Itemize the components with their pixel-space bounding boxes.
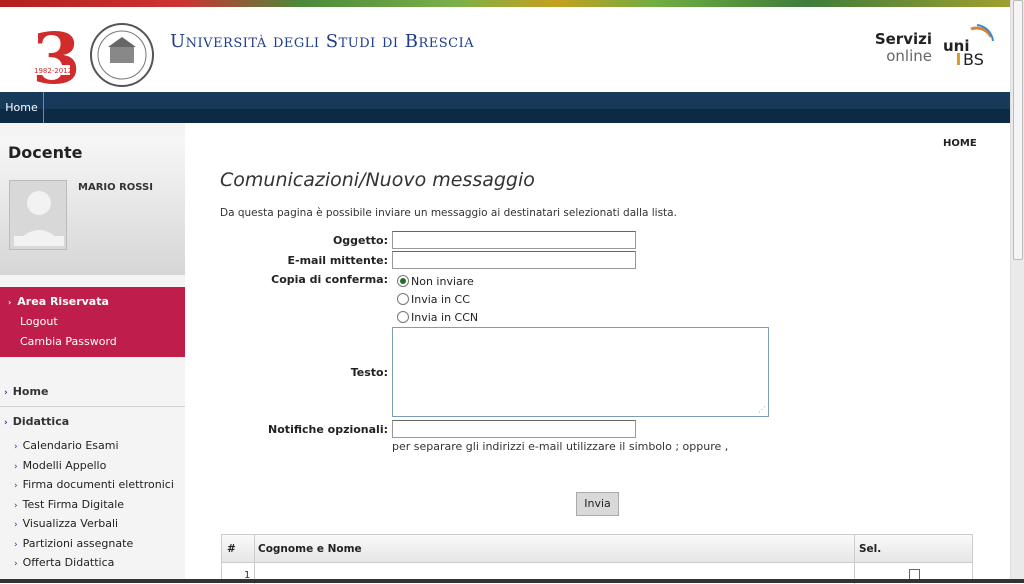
page-title: Comunicazioni/Nuovo messaggio [220, 169, 535, 191]
sidebar-item-calendario-esami[interactable]: › Calendario Esami [14, 439, 119, 452]
chevron-right-icon: › [4, 418, 8, 428]
resize-grip-icon[interactable]: ⋰ [758, 405, 766, 414]
logo-years: 1982-2012 [34, 67, 72, 75]
chevron-right-icon: › [8, 298, 12, 307]
sidebar-item-home[interactable]: › Home [4, 385, 48, 398]
nav-home-link[interactable]: Home [0, 92, 44, 123]
divider [0, 406, 185, 407]
invia-button[interactable]: Invia [576, 492, 619, 516]
online-text: online [886, 47, 932, 65]
radio-label-invia-cc: Invia in CC [411, 293, 470, 306]
main-navbar: Home [0, 92, 1010, 123]
sidebar-item-label: Firma documenti elettronici [22, 478, 174, 491]
sidebar-item-visualizza-verbali[interactable]: › Visualizza Verbali [14, 517, 118, 530]
sidebar: Docente MARIO ROSSI › Area Riservata Logo… [0, 123, 185, 583]
divider [854, 535, 855, 584]
sidebar-item-modelli-appello[interactable]: › Modelli Appello [14, 459, 106, 472]
notifiche-hint: per separare gli indirizzi e-mail utiliz… [392, 440, 729, 453]
university-30-anniversary-logo[interactable]: 3 1982-2012 [30, 17, 165, 100]
radio-label-non-inviare: Non inviare [411, 275, 474, 288]
logout-link[interactable]: Logout [20, 315, 58, 328]
sidebar-item-label: Calendario Esami [22, 439, 119, 452]
unibs-logo[interactable]: uni BS [941, 19, 996, 74]
radio-invia-ccn[interactable] [397, 311, 409, 323]
chevron-right-icon: › [14, 442, 18, 452]
radio-non-inviare[interactable] [397, 275, 409, 287]
notifiche-label: Notifiche opzionali: [268, 423, 388, 436]
site-header: 3 1982-2012 Università degli Studi di Br… [0, 7, 1010, 100]
sidebar-item-didattica[interactable]: › Didattica [4, 415, 69, 428]
scrollbar-thumb[interactable] [1013, 0, 1023, 260]
column-header-num[interactable]: # [227, 543, 236, 555]
university-title: Università degli Studi di Brescia [170, 31, 475, 52]
sidebar-item-label: Test Firma Digitale [22, 498, 125, 511]
sidebar-item-firma-documenti[interactable]: › Firma documenti elettronici [14, 478, 174, 491]
notifiche-input[interactable] [392, 420, 636, 438]
area-riservata-label: Area Riservata [17, 295, 109, 308]
bottom-edge [0, 579, 1024, 583]
email-mittente-label: E-mail mittente: [287, 254, 389, 267]
area-riservata-box: › Area Riservata Logout Cambia Password [0, 287, 185, 357]
sidebar-item-label: Home [12, 385, 49, 398]
page-intro-text: Da questa pagina è possibile inviare un … [220, 207, 677, 219]
oggetto-input[interactable] [392, 231, 636, 249]
email-mittente-input[interactable] [392, 251, 636, 269]
cambia-password-link[interactable]: Cambia Password [20, 335, 117, 348]
chevron-right-icon: › [14, 559, 18, 569]
chevron-right-icon: › [14, 462, 18, 472]
sidebar-item-label: Offerta Didattica [22, 556, 115, 569]
sidebar-item-label: Visualizza Verbali [22, 517, 119, 530]
sidebar-section-title: Docente [8, 143, 83, 162]
svg-text:BS: BS [963, 50, 984, 69]
chevron-right-icon: › [14, 481, 18, 491]
testo-label: Testo: [350, 366, 388, 379]
divider [254, 535, 255, 584]
servizi-online-label[interactable]: Servizi online [875, 32, 932, 64]
radio-label-invia-ccn: Invia in CCN [411, 311, 479, 324]
sidebar-item-partizioni-assegnate[interactable]: › Partizioni assegnate [14, 537, 133, 550]
user-name: MARIO ROSSI [78, 182, 153, 193]
column-header-sel[interactable]: Sel. [859, 543, 881, 555]
sidebar-item-label: Modelli Appello [22, 459, 107, 472]
column-header-name[interactable]: Cognome e Nome [258, 543, 362, 555]
copia-conferma-label: Copia di conferma: [271, 273, 388, 286]
sidebar-item-label: Partizioni assegnate [22, 537, 134, 550]
vertical-scrollbar[interactable] [1010, 0, 1024, 583]
oggetto-label: Oggetto: [332, 234, 388, 247]
sidebar-item-offerta-didattica[interactable]: › Offerta Didattica [14, 556, 114, 569]
chevron-right-icon: › [14, 520, 18, 530]
breadcrumb-home[interactable]: HOME [943, 138, 977, 149]
sidebar-item-test-firma-digitale[interactable]: › Test Firma Digitale [14, 498, 124, 511]
svg-text:3: 3 [32, 21, 81, 91]
top-color-stripe [0, 0, 1010, 7]
chevron-right-icon: › [14, 501, 18, 511]
sidebar-item-label: Didattica [12, 415, 70, 428]
servizi-text: Servizi [874, 30, 932, 48]
chevron-right-icon: › [4, 388, 8, 398]
chevron-right-icon: › [14, 540, 18, 550]
avatar [9, 180, 67, 250]
docente-profile-box: Docente MARIO ROSSI [0, 137, 185, 275]
testo-textarea[interactable]: ⋰ [392, 327, 769, 417]
radio-invia-cc[interactable] [397, 293, 409, 305]
recipients-table: # Cognome e Nome Sel. 1 [221, 534, 973, 584]
area-riservata-title[interactable]: › Area Riservata [8, 295, 109, 308]
